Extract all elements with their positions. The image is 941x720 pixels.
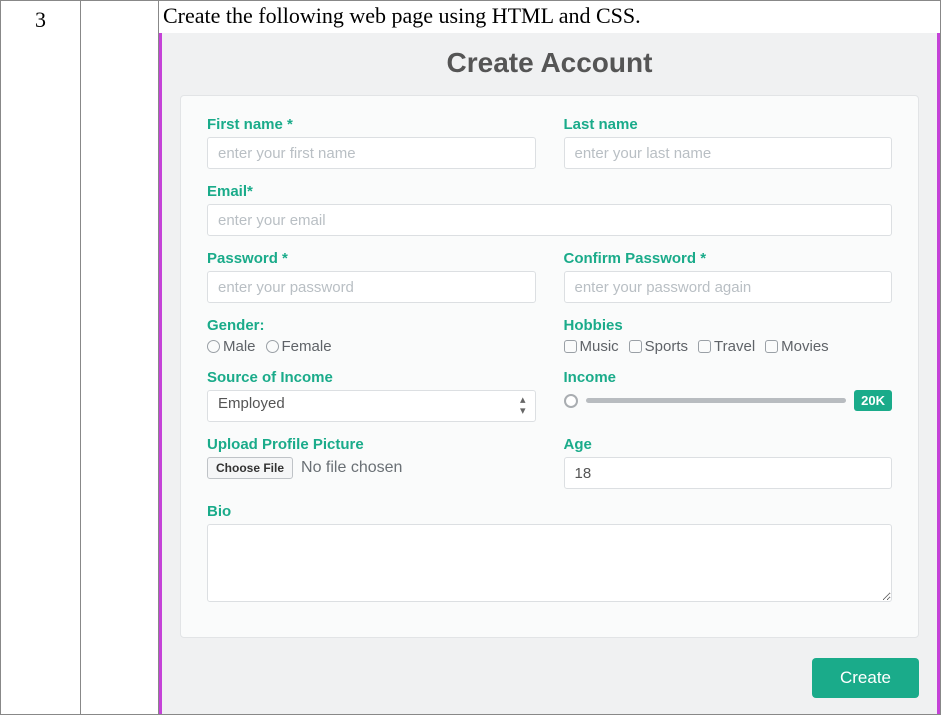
- choose-file-button[interactable]: Choose File: [207, 457, 293, 479]
- income-source-value: Employed: [207, 390, 536, 422]
- income-source-select[interactable]: Employed ▴▾: [207, 390, 536, 422]
- hobbies-label: Hobbies: [564, 317, 893, 334]
- age-input[interactable]: [564, 457, 893, 489]
- hobby-movies-option[interactable]: Movies: [765, 338, 829, 355]
- bio-label: Bio: [207, 503, 892, 520]
- first-name-input[interactable]: [207, 137, 536, 169]
- last-name-input[interactable]: [564, 137, 893, 169]
- radio-icon: [207, 340, 220, 353]
- hobby-sports-option[interactable]: Sports: [629, 338, 688, 355]
- hobby-travel-option[interactable]: Travel: [698, 338, 755, 355]
- gender-options: Male Female: [207, 338, 536, 355]
- age-label: Age: [564, 436, 893, 453]
- row-content: Create the following web page using HTML…: [159, 1, 940, 714]
- slider-track: [586, 398, 847, 403]
- file-status-text: No file chosen: [301, 459, 402, 477]
- form-footer: Create: [180, 658, 919, 698]
- confirm-password-label: Confirm Password *: [564, 250, 893, 267]
- email-input[interactable]: [207, 204, 892, 236]
- checkbox-icon: [564, 340, 577, 353]
- row-spacer: [81, 1, 159, 714]
- create-button[interactable]: Create: [812, 658, 919, 698]
- income-badge: 20K: [854, 390, 892, 411]
- password-input[interactable]: [207, 271, 536, 303]
- hobby-music-text: Music: [580, 338, 619, 355]
- hobby-music-option[interactable]: Music: [564, 338, 619, 355]
- app-frame: Create Account First name * Last name Em…: [159, 33, 940, 714]
- income-source-label: Source of Income: [207, 369, 536, 386]
- income-slider[interactable]: 20K: [564, 390, 893, 411]
- upload-label: Upload Profile Picture: [207, 436, 536, 453]
- password-label: Password *: [207, 250, 536, 267]
- gender-male-text: Male: [223, 338, 256, 355]
- hobby-travel-text: Travel: [714, 338, 755, 355]
- instruction-text: Create the following web page using HTML…: [159, 1, 940, 33]
- checkbox-icon: [629, 340, 642, 353]
- hobbies-options: Music Sports Travel Movies: [564, 338, 893, 355]
- file-input-row: Choose File No file chosen: [207, 457, 536, 479]
- gender-female-text: Female: [282, 338, 332, 355]
- slider-thumb-icon: [564, 394, 578, 408]
- row-number: 3: [1, 1, 81, 714]
- bio-textarea[interactable]: [207, 524, 892, 602]
- email-label: Email*: [207, 183, 892, 200]
- page-title: Create Account: [180, 47, 919, 79]
- hobby-movies-text: Movies: [781, 338, 829, 355]
- last-name-label: Last name: [564, 116, 893, 133]
- confirm-password-input[interactable]: [564, 271, 893, 303]
- radio-icon: [266, 340, 279, 353]
- gender-label: Gender:: [207, 317, 536, 334]
- first-name-label: First name *: [207, 116, 536, 133]
- form-card: First name * Last name Email*: [180, 95, 919, 638]
- hobby-sports-text: Sports: [645, 338, 688, 355]
- gender-male-option[interactable]: Male: [207, 338, 256, 355]
- document-table: 3 Create the following web page using HT…: [0, 0, 941, 715]
- checkbox-icon: [698, 340, 711, 353]
- chevron-updown-icon: ▴▾: [520, 395, 526, 417]
- gender-female-option[interactable]: Female: [266, 338, 332, 355]
- income-label: Income: [564, 369, 893, 386]
- checkbox-icon: [765, 340, 778, 353]
